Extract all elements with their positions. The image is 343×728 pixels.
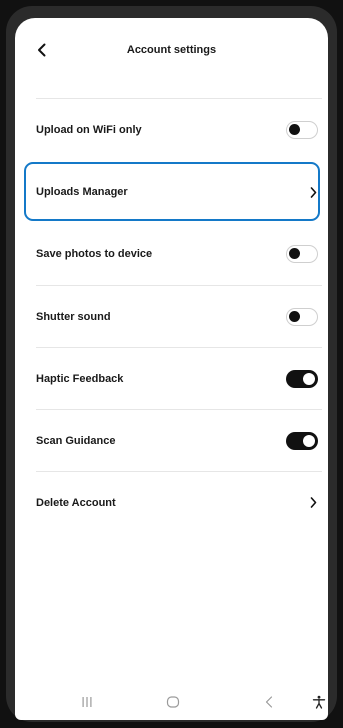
- haptic-feedback-toggle[interactable]: [286, 369, 318, 388]
- scan-guidance-toggle[interactable]: [286, 431, 318, 450]
- setting-label: Upload on WiFi only: [36, 123, 142, 136]
- nav-back-icon: [265, 696, 273, 708]
- setting-scan-guidance: Scan Guidance: [36, 409, 322, 471]
- nav-home-button[interactable]: [165, 694, 181, 710]
- setting-shutter-sound: Shutter sound: [36, 285, 322, 347]
- app-screen: Account settings Upload on WiFi only Upl…: [15, 18, 328, 720]
- home-icon: [166, 696, 180, 708]
- toggle-knob: [289, 123, 300, 135]
- toggle-knob: [303, 434, 315, 447]
- recents-icon: [82, 697, 92, 707]
- nav-back-button[interactable]: [261, 694, 277, 710]
- setting-save-photos: Save photos to device: [36, 223, 322, 285]
- setting-uploads-manager[interactable]: Uploads Manager: [36, 161, 322, 223]
- chevron-right-icon: [308, 185, 318, 199]
- accessibility-icon: [312, 695, 326, 709]
- toggle-knob: [289, 310, 300, 322]
- toggle-knob: [289, 248, 300, 259]
- setting-delete-account[interactable]: Delete Account: [36, 471, 322, 533]
- header: Account settings: [15, 18, 328, 82]
- upload-wifi-only-toggle[interactable]: [286, 120, 318, 139]
- nav-recents-button[interactable]: [79, 694, 95, 710]
- setting-label: Uploads Manager: [36, 186, 128, 198]
- setting-label: Haptic Feedback: [36, 372, 124, 385]
- setting-label: Scan Guidance: [36, 434, 116, 447]
- setting-upload-wifi-only: Upload on WiFi only: [36, 98, 322, 160]
- save-photos-toggle[interactable]: [286, 245, 318, 263]
- setting-label: Delete Account: [36, 496, 116, 509]
- shutter-sound-toggle[interactable]: [286, 307, 318, 326]
- toggle-knob: [303, 372, 315, 385]
- system-nav-bar: [15, 684, 328, 720]
- setting-label: Save photos to device: [36, 248, 153, 260]
- chevron-right-icon: [308, 496, 318, 510]
- setting-label: Shutter sound: [36, 310, 111, 323]
- setting-haptic-feedback: Haptic Feedback: [36, 347, 322, 409]
- page-title: Account settings: [126, 44, 217, 56]
- nav-accessibility-button[interactable]: [311, 694, 327, 710]
